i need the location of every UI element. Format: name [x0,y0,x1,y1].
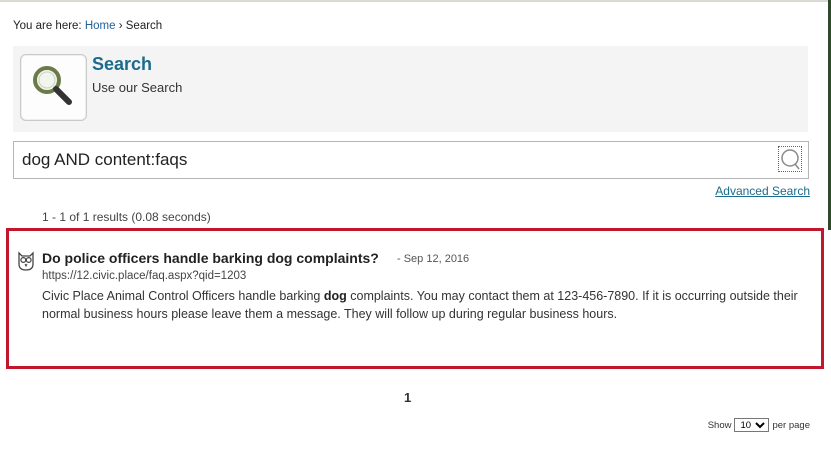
advanced-search-link[interactable]: Advanced Search [715,184,810,198]
snippet-text-before: Civic Place Animal Control Officers hand… [42,289,324,303]
breadcrumb-prefix: You are here: [13,20,85,32]
page-header: Search Use our Search [13,46,808,132]
breadcrumb-current: Search [125,20,163,32]
breadcrumb: You are here: Home › Search [13,20,162,32]
search-button[interactable] [778,146,802,172]
per-page-show-label: Show [707,419,732,431]
result-summary: 1 - 1 of 1 results (0.08 seconds) [42,210,211,224]
result-url: https://12.civic.place/faq.aspx?qid=1203 [42,270,247,282]
search-result: Do police officers handle barking dog co… [6,228,824,369]
search-input[interactable] [14,142,774,178]
page-subtitle: Use our Search [92,80,183,95]
page-title: Search [92,54,153,74]
per-page-select[interactable]: 10 [734,418,770,432]
breadcrumb-home-link[interactable]: Home [85,20,116,32]
per-page-after-label: per page [772,419,810,431]
per-page-control: Show 10 per page [708,418,810,432]
magnifier-icon [33,66,72,105]
search-bar [13,141,809,179]
result-snippet: Civic Place Animal Control Officers hand… [42,287,812,323]
result-title-link[interactable]: Do police officers handle barking dog co… [42,250,379,266]
owl-icon [18,251,34,271]
pagination-current-page: 1 [404,390,412,405]
breadcrumb-separator: › [115,20,126,32]
snippet-highlight: dog [323,289,347,303]
search-icon [781,149,800,170]
header-icon-box [20,54,87,121]
result-date: - Sep 12, 2016 [397,253,470,265]
top-border [0,0,831,2]
